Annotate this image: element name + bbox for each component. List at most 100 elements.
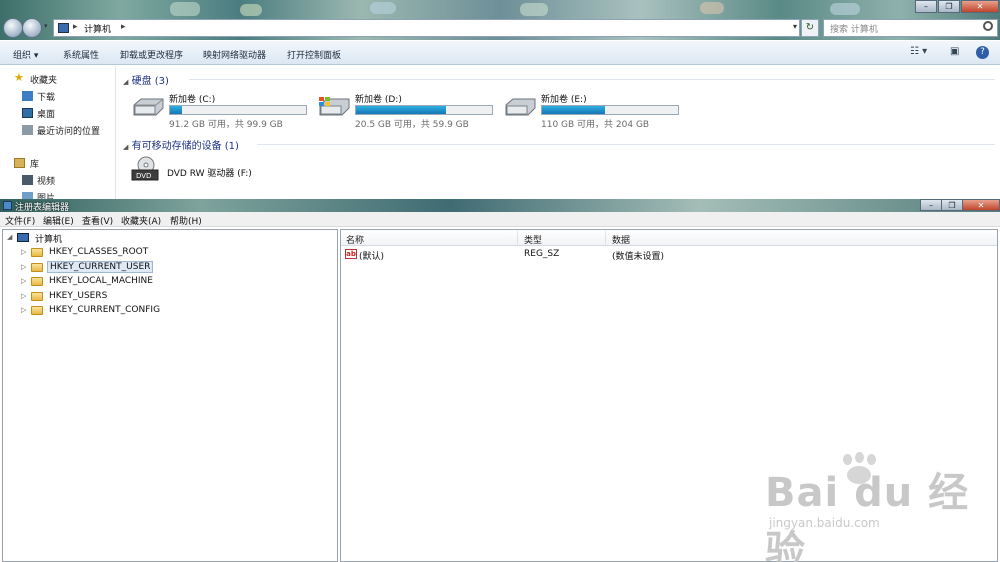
hard-drive-icon xyxy=(505,98,536,116)
address-bar[interactable]: ▸ 计算机 ▸ ▾ xyxy=(53,19,800,37)
hard-drive-icon xyxy=(133,98,164,116)
explorer-window: ▾ ▸ 计算机 ▸ ▾ ↻ 搜索 计算机 – ❐ ✕ 组织 ▾ 系统属性 卸载或… xyxy=(0,0,1000,199)
refresh-button[interactable]: ↻ xyxy=(801,19,819,37)
tree-node-hklm[interactable]: ▷ HKEY_LOCAL_MACHINE xyxy=(21,275,221,289)
tree-node-hku[interactable]: ▷ HKEY_USERS xyxy=(21,290,221,304)
drive-usage-bar xyxy=(355,105,493,115)
search-input[interactable]: 搜索 计算机 xyxy=(823,19,998,37)
search-icon[interactable] xyxy=(983,21,993,31)
nav-item-videos[interactable]: 视频 xyxy=(22,174,112,188)
nav-item-desktop[interactable]: 桌面 xyxy=(22,107,112,121)
expand-arrow-icon[interactable]: ▷ xyxy=(21,277,26,285)
drive-name: 新加卷 (E:) xyxy=(541,95,587,105)
desktop-icon xyxy=(22,108,33,118)
nav-item-pictures[interactable]: 图片 xyxy=(22,191,112,199)
baidu-jingyan-watermark: Bai du 经验 jingyan.baidu.com xyxy=(765,452,995,562)
collapse-icon[interactable]: ◢ xyxy=(123,143,128,151)
system-drive-icon xyxy=(319,97,350,116)
maximize-button[interactable]: ❐ xyxy=(938,0,960,13)
drive-usage-fill xyxy=(356,106,446,114)
menu-edit[interactable]: 编辑(E) xyxy=(43,214,74,227)
group-removable[interactable]: ◢ 有可移动存储的设备 (1) xyxy=(123,137,239,152)
organize-button[interactable]: 组织 ▾ xyxy=(13,48,38,61)
tree-node-label: 计算机 xyxy=(35,235,63,245)
group-hard-disks-label: 硬盘 (3) xyxy=(131,76,169,87)
forward-button[interactable] xyxy=(22,18,42,38)
tree-node-label: HKEY_LOCAL_MACHINE xyxy=(49,276,153,286)
minimize-button[interactable]: – xyxy=(915,0,937,13)
preview-pane-icon[interactable]: ▣ xyxy=(950,46,959,60)
drive-e[interactable]: 新加卷 (E:) 110 GB 可用，共 204 GB xyxy=(503,92,683,130)
drive-c[interactable]: 新加卷 (C:) 91.2 GB 可用，共 99.9 GB xyxy=(131,92,311,130)
recent-places-icon xyxy=(22,125,33,135)
tree-node-hkcc[interactable]: ▷ HKEY_CURRENT_CONFIG xyxy=(21,304,221,318)
watermark-url: jingyan.baidu.com xyxy=(769,516,880,530)
nav-item-recent-places[interactable]: 最近访问的位置 xyxy=(22,124,114,138)
drive-name: 新加卷 (C:) xyxy=(169,95,216,105)
tree-root-computer[interactable]: ◢ 计算机 xyxy=(7,231,127,245)
close-button[interactable]: ✕ xyxy=(961,0,999,13)
drive-d[interactable]: 新加卷 (D:) 20.5 GB 可用，共 59.9 GB xyxy=(317,92,497,130)
drive-dvd[interactable]: DVD DVD RW 驱动器 (F:) xyxy=(129,156,309,192)
uninstall-program-button[interactable]: 卸载或更改程序 xyxy=(120,48,183,61)
drive-usage-fill xyxy=(170,106,183,114)
back-button[interactable] xyxy=(3,18,23,38)
expand-arrow-icon[interactable]: ▷ xyxy=(21,306,26,314)
column-data[interactable]: 数据 xyxy=(612,233,630,246)
collapse-icon[interactable]: ◢ xyxy=(123,78,128,86)
tree-node-label: HKEY_USERS xyxy=(49,291,108,301)
drive-space-info: 110 GB 可用，共 204 GB xyxy=(541,120,650,130)
registry-editor-titlebar: 注册表编辑器 – ❐ ✕ xyxy=(0,199,1000,213)
drive-space-info: 20.5 GB 可用，共 59.9 GB xyxy=(355,120,469,130)
expand-arrow-icon[interactable]: ▷ xyxy=(21,292,26,300)
tree-node-hkcr[interactable]: ▷ HKEY_CLASSES_ROOT xyxy=(21,246,221,260)
column-type[interactable]: 类型 xyxy=(524,233,542,246)
group-divider xyxy=(257,144,995,145)
regedit-app-icon xyxy=(3,201,12,210)
value-name: (默认) xyxy=(359,252,385,262)
content-pane: ◢ 硬盘 (3) 新加卷 (C:) 91.2 GB 可用，共 99.9 GB 新… xyxy=(117,66,1000,199)
breadcrumb-separator-icon[interactable]: ▸ xyxy=(73,22,78,32)
regedit-maximize-button[interactable]: ❐ xyxy=(941,199,963,211)
nav-libraries[interactable]: 库 xyxy=(14,157,114,171)
nav-favorites[interactable]: ★ 收藏夹 xyxy=(14,71,114,87)
column-name[interactable]: 名称 xyxy=(346,233,364,246)
nav-item-label: 图片 xyxy=(37,194,56,199)
menu-favorites[interactable]: 收藏夹(A) xyxy=(121,214,161,227)
help-icon[interactable]: ? xyxy=(976,46,989,59)
value-row[interactable]: ab (默认) REG_SZ (数值未设置) xyxy=(341,248,997,262)
view-options-icon[interactable]: ☷ ▾ xyxy=(910,46,927,60)
address-dropdown-icon[interactable]: ▾ xyxy=(793,22,797,31)
open-control-panel-button[interactable]: 打开控制面板 xyxy=(287,48,341,61)
folder-icon xyxy=(31,248,43,257)
column-divider[interactable] xyxy=(605,231,606,245)
computer-icon xyxy=(58,23,69,33)
tree-node-hkcu[interactable]: ▷ HKEY_CURRENT_USER xyxy=(21,261,221,275)
column-divider[interactable] xyxy=(517,231,518,245)
regedit-minimize-button[interactable]: – xyxy=(920,199,942,211)
recent-pages-dropdown[interactable]: ▾ xyxy=(44,22,52,32)
drive-usage-bar xyxy=(169,105,307,115)
expand-arrow-icon[interactable]: ▷ xyxy=(21,248,26,256)
search-placeholder: 搜索 计算机 xyxy=(830,25,878,35)
nav-item-label: 视频 xyxy=(37,177,56,187)
group-hard-disks[interactable]: ◢ 硬盘 (3) xyxy=(123,72,169,87)
folder-icon xyxy=(31,306,43,315)
menu-file[interactable]: 文件(F) xyxy=(5,214,35,227)
dvd-drive-name: DVD RW 驱动器 (F:) xyxy=(167,169,252,179)
pictures-icon xyxy=(22,192,33,199)
watermark-brand: Bai du 经验 xyxy=(765,470,970,562)
map-network-drive-button[interactable]: 映射网络驱动器 xyxy=(203,48,266,61)
address-path[interactable]: 计算机 xyxy=(84,22,111,35)
computer-icon xyxy=(17,233,29,242)
collapse-arrow-icon[interactable]: ◢ xyxy=(7,233,12,241)
folder-icon xyxy=(31,292,43,301)
nav-item-downloads[interactable]: 下载 xyxy=(22,90,112,104)
menu-view[interactable]: 查看(V) xyxy=(82,214,113,227)
breadcrumb-separator-icon[interactable]: ▸ xyxy=(121,22,126,32)
nav-item-label: 桌面 xyxy=(37,110,56,120)
expand-arrow-icon[interactable]: ▷ xyxy=(21,263,26,271)
menu-help[interactable]: 帮助(H) xyxy=(170,214,202,227)
system-properties-button[interactable]: 系统属性 xyxy=(63,48,99,61)
regedit-close-button[interactable]: ✕ xyxy=(962,199,1000,211)
